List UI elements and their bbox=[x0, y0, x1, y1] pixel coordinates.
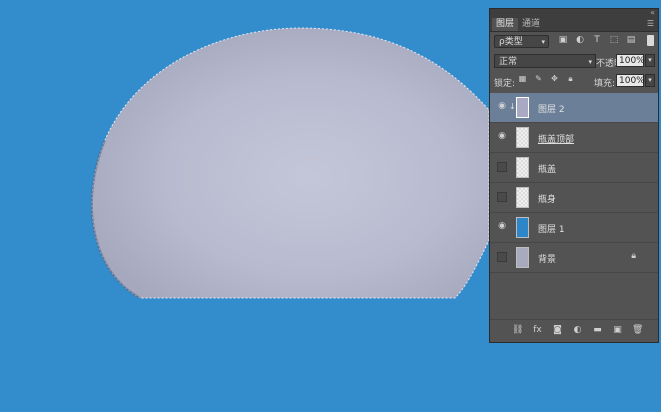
delete-layer-icon[interactable]: 🗑︎ bbox=[632, 325, 643, 336]
lock-transparent-icon[interactable]: ▦ bbox=[518, 74, 527, 84]
panel-titlebar[interactable]: « bbox=[490, 8, 658, 18]
opacity-input[interactable]: 100% bbox=[616, 54, 645, 67]
image-filter-icon[interactable]: ▣ bbox=[558, 35, 568, 45]
chevron-down-icon: ▾ bbox=[588, 58, 592, 66]
layer-row[interactable]: 瓶盖 bbox=[490, 153, 658, 183]
blend-mode-value: 正常 bbox=[499, 57, 518, 67]
layer-thumbnail bbox=[516, 127, 529, 148]
layer-row[interactable]: ◉ 图层 1 bbox=[490, 213, 658, 243]
lock-icon: 🔒︎ bbox=[631, 251, 636, 261]
layer-thumbnail bbox=[516, 187, 529, 208]
layer-row[interactable]: ◉ ↓ 图层 2 bbox=[490, 93, 658, 123]
layer-name[interactable]: 图层 1 bbox=[538, 222, 565, 235]
shape-filter-icon[interactable]: ⬚ bbox=[609, 35, 619, 45]
lock-move-icon[interactable]: ✥ bbox=[550, 74, 559, 84]
visibility-toggle-off[interactable] bbox=[497, 252, 507, 262]
layer-thumbnail bbox=[516, 247, 529, 268]
visibility-eye-icon[interactable]: ◉ bbox=[497, 131, 507, 141]
layer-name[interactable]: 瓶身 bbox=[538, 192, 556, 205]
fill-label: 填充: bbox=[594, 79, 616, 89]
tab-channels[interactable]: 通道 bbox=[518, 18, 544, 31]
blend-row: 正常 ▾ 不透明度: 100% ▾ bbox=[490, 52, 658, 71]
kind-filter-label: ρ类型 bbox=[499, 37, 523, 47]
layers-panel: « 图层 通道 ☰ ρ类型 ▾ ▣ ◐ T ⬚ ▤ 正常 ▾ 不透明度: 100… bbox=[489, 8, 659, 343]
collapse-icon[interactable]: « bbox=[650, 8, 655, 17]
lock-label: 锁定: bbox=[494, 79, 516, 89]
kind-filter-select[interactable]: ρ类型 ▾ bbox=[494, 35, 549, 48]
clipping-mask-icon: ↓ bbox=[509, 102, 516, 111]
chevron-down-icon: ▾ bbox=[541, 38, 545, 46]
layer-thumbnail bbox=[516, 97, 529, 118]
lock-row: 锁定: ▦ ✎ ✥ 🔒︎ 填充: 100% ▾ bbox=[490, 72, 658, 90]
type-filter-icon[interactable]: T bbox=[592, 35, 602, 45]
layer-mask-icon[interactable]: ◙ bbox=[552, 325, 563, 336]
lock-all-icon[interactable]: 🔒︎ bbox=[566, 74, 575, 84]
fx-icon[interactable]: fx bbox=[532, 325, 543, 336]
layer-thumbnail bbox=[516, 157, 529, 178]
bottle-shape bbox=[91, 27, 490, 299]
layer-row[interactable]: 瓶身 bbox=[490, 183, 658, 213]
layer-name[interactable]: 背景 bbox=[538, 252, 556, 265]
tab-layers[interactable]: 图层 bbox=[492, 18, 519, 31]
filter-row: ρ类型 ▾ ▣ ◐ T ⬚ ▤ bbox=[490, 32, 658, 52]
layer-row[interactable]: 背景 🔒︎ bbox=[490, 243, 658, 273]
new-group-icon[interactable]: ▬ bbox=[592, 325, 603, 336]
layer-thumbnail bbox=[516, 217, 529, 238]
visibility-eye-icon[interactable]: ◉ bbox=[497, 101, 507, 111]
layer-row[interactable]: ◉ 瓶盖顶部 bbox=[490, 123, 658, 153]
blend-mode-select[interactable]: 正常 ▾ bbox=[494, 54, 596, 68]
visibility-eye-icon[interactable]: ◉ bbox=[497, 221, 507, 231]
lock-paint-icon[interactable]: ✎ bbox=[534, 74, 543, 84]
adjustment-layer-icon[interactable]: ◐ bbox=[572, 325, 583, 336]
fill-dropdown-icon[interactable]: ▾ bbox=[645, 74, 655, 87]
panel-menu-icon[interactable]: ☰ bbox=[647, 19, 654, 28]
layers-bottom-bar: ⛓ fx ◙ ◐ ▬ ▣ 🗑︎ bbox=[490, 319, 658, 342]
visibility-toggle-off[interactable] bbox=[497, 192, 507, 202]
adjustment-filter-icon[interactable]: ◐ bbox=[575, 35, 585, 45]
smart-object-filter-icon[interactable]: ▤ bbox=[626, 35, 636, 45]
layer-name[interactable]: 瓶盖 bbox=[538, 162, 556, 175]
layer-name[interactable]: 瓶盖顶部 bbox=[538, 132, 574, 145]
layer-name[interactable]: 图层 2 bbox=[538, 102, 565, 115]
fill-input[interactable]: 100% bbox=[616, 74, 645, 87]
visibility-toggle-off[interactable] bbox=[497, 162, 507, 172]
new-layer-icon[interactable]: ▣ bbox=[612, 325, 623, 336]
panel-tabs: 图层 通道 ☰ bbox=[490, 18, 658, 32]
filter-toggle[interactable] bbox=[647, 35, 654, 46]
link-layers-icon[interactable]: ⛓ bbox=[512, 325, 523, 336]
opacity-dropdown-icon[interactable]: ▾ bbox=[645, 54, 655, 67]
